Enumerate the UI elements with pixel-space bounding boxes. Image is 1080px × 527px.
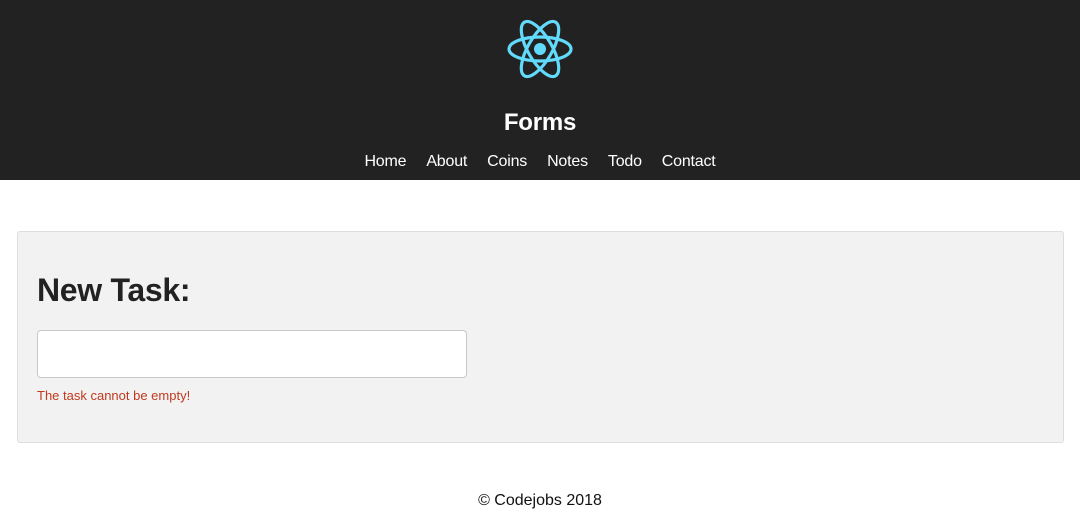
- main-nav: Home About Coins Notes Todo Contact: [0, 151, 1080, 173]
- footer-copyright: © Codejobs 2018: [478, 492, 602, 509]
- nav-link-contact[interactable]: Contact: [662, 151, 716, 173]
- error-message: The task cannot be empty!: [37, 388, 191, 403]
- page-title: Forms: [503, 109, 577, 136]
- react-logo-icon: [507, 19, 573, 79]
- nav-link-home[interactable]: Home: [364, 151, 406, 173]
- nav-link-todo[interactable]: Todo: [608, 151, 642, 173]
- new-task-heading: New Task:: [37, 272, 191, 308]
- nav-link-coins[interactable]: Coins: [487, 151, 527, 173]
- site-header: Forms Home About Coins Notes Todo Contac…: [0, 0, 1080, 180]
- new-task-panel: New Task: The task cannot be empty!: [17, 231, 1064, 443]
- nav-link-about[interactable]: About: [426, 151, 467, 173]
- nav-link-notes[interactable]: Notes: [547, 151, 588, 173]
- task-input[interactable]: [37, 330, 467, 378]
